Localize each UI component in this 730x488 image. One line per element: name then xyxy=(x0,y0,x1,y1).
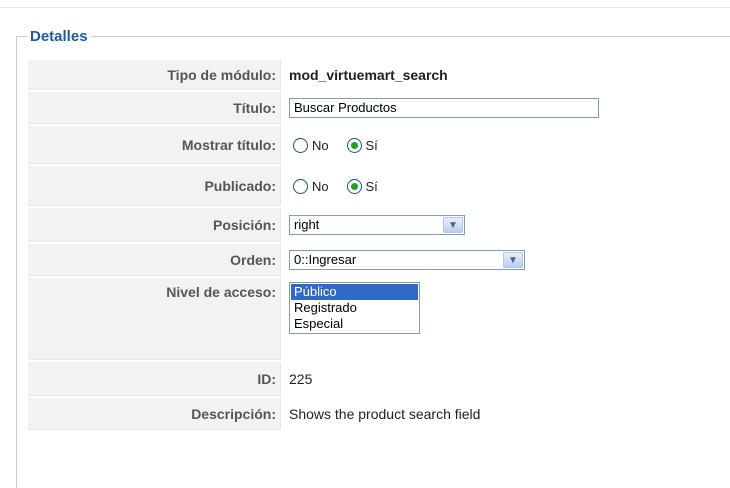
show-title-no-radio[interactable] xyxy=(293,138,308,154)
title-label: Título: xyxy=(28,92,281,124)
show-title-label: Mostrar título: xyxy=(28,126,281,164)
row-module-type: Tipo de módulo: mod_virtuemart_search xyxy=(28,60,599,90)
row-order: Orden: 0::Ingresar ▼ xyxy=(28,244,599,276)
module-type-value: mod_virtuemart_search xyxy=(289,67,448,83)
show-title-yes-radio[interactable] xyxy=(346,138,362,154)
show-title-yes-label[interactable]: Sí xyxy=(366,138,378,153)
module-type-label: Tipo de módulo: xyxy=(28,60,281,90)
access-level-option-registrado[interactable]: Registrado xyxy=(291,300,418,316)
title-input[interactable]: Buscar Productos xyxy=(289,98,599,118)
id-label: ID: xyxy=(28,362,281,396)
order-label: Orden: xyxy=(28,244,281,276)
published-no-radio[interactable] xyxy=(293,179,308,195)
id-value: 225 xyxy=(289,371,313,387)
published-no-label[interactable]: No xyxy=(312,179,329,194)
row-show-title: Mostrar título: No Sí xyxy=(28,126,599,164)
published-yes-radio[interactable] xyxy=(346,179,362,195)
description-label: Descripción: xyxy=(28,398,281,430)
details-legend: Detalles xyxy=(30,28,88,45)
published-label: Publicado: xyxy=(28,166,281,206)
position-select[interactable]: right ▼ xyxy=(289,215,465,235)
row-id: ID: 225 xyxy=(28,362,599,396)
show-title-no-label[interactable]: No xyxy=(312,138,329,153)
chevron-down-icon[interactable]: ▼ xyxy=(443,217,463,233)
order-select-value: 0::Ingresar xyxy=(294,252,357,267)
row-position: Posición: right ▼ xyxy=(28,208,599,242)
access-level-label: Nivel de acceso: xyxy=(28,278,281,360)
access-level-option-publico[interactable]: Público xyxy=(291,284,418,300)
description-value: Shows the product search field xyxy=(289,406,481,422)
row-access-level: Nivel de acceso: Público Registrado Espe… xyxy=(28,278,599,360)
row-description: Descripción: Shows the product search fi… xyxy=(28,398,599,430)
position-select-value: right xyxy=(294,217,320,232)
published-yes-label[interactable]: Sí xyxy=(366,179,378,194)
top-divider xyxy=(0,7,730,8)
order-select[interactable]: 0::Ingresar ▼ xyxy=(289,250,525,270)
position-label: Posición: xyxy=(28,208,281,242)
access-level-option-especial[interactable]: Especial xyxy=(291,316,418,332)
details-table: Tipo de módulo: mod_virtuemart_search Tí… xyxy=(28,58,599,432)
row-title: Título: Buscar Productos xyxy=(28,92,599,124)
access-level-listbox[interactable]: Público Registrado Especial xyxy=(289,282,420,334)
chevron-down-icon[interactable]: ▼ xyxy=(503,252,523,268)
row-published: Publicado: No Sí xyxy=(28,166,599,206)
